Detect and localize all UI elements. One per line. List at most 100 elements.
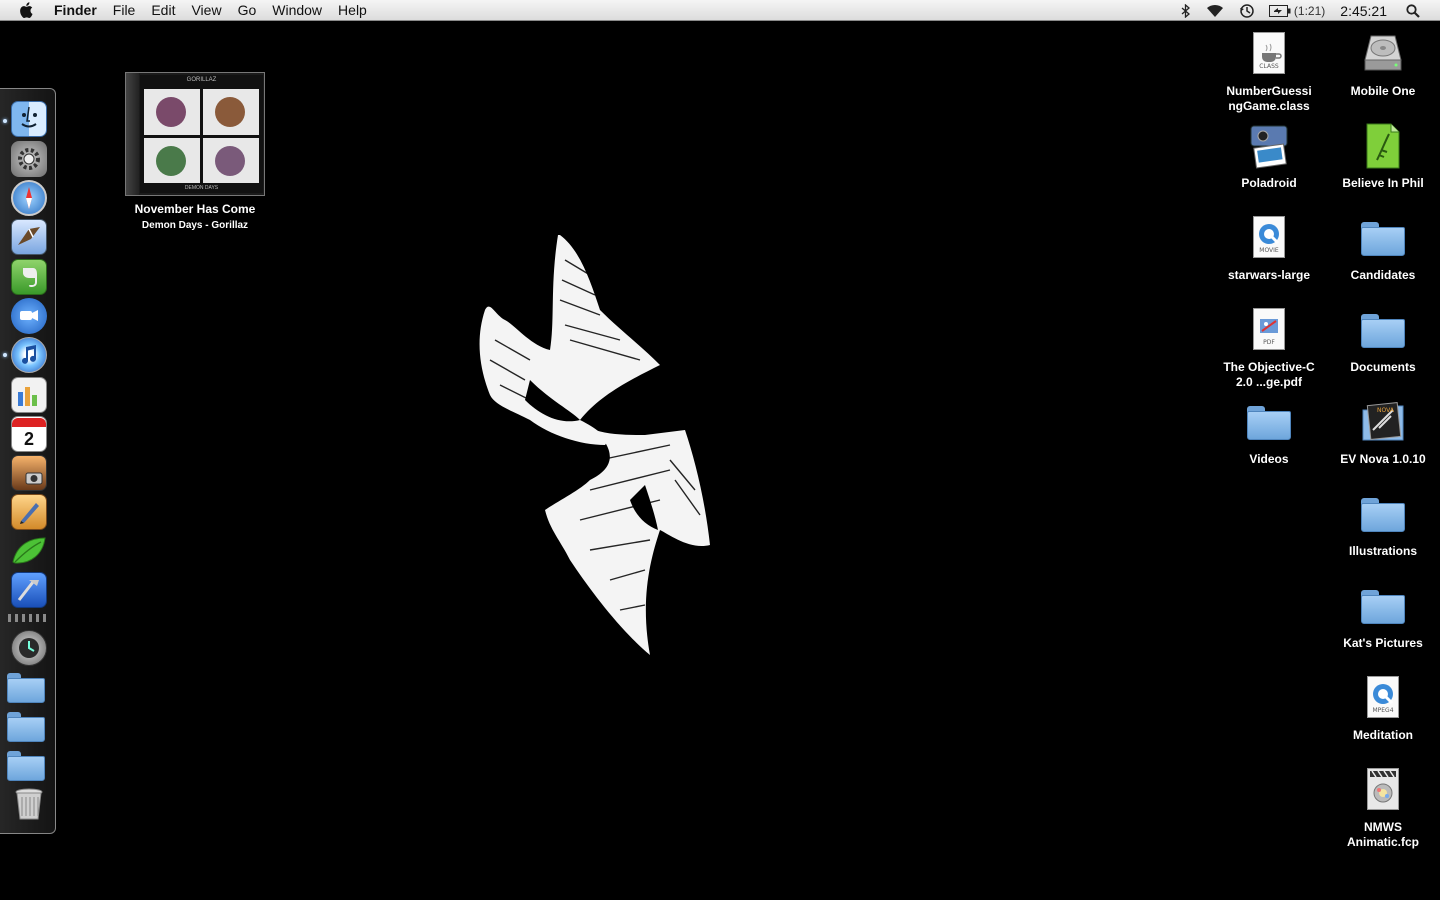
documents-stack-icon[interactable] bbox=[7, 708, 47, 744]
album-title-text: DEMON DAYS bbox=[184, 185, 219, 191]
now-playing-title: November Has Come bbox=[134, 202, 256, 216]
desktop-icon-poladroid[interactable]: Poladroid bbox=[1214, 122, 1324, 191]
folder-icon bbox=[1359, 582, 1407, 630]
poladroid-app-icon bbox=[1245, 122, 1293, 170]
desktop-icon-label: NumberGuessi ngGame.class bbox=[1226, 84, 1312, 113]
menu-go[interactable]: Go bbox=[230, 0, 265, 21]
desktop-icon-illustrations[interactable]: Illustrations bbox=[1328, 490, 1438, 559]
xcode-icon[interactable] bbox=[11, 572, 47, 608]
safari-icon[interactable] bbox=[11, 180, 47, 216]
battery-time: (1:21) bbox=[1293, 3, 1326, 18]
mail-icon[interactable] bbox=[11, 219, 47, 255]
desktop-icon-label: Candidates bbox=[1350, 268, 1416, 282]
album-portrait bbox=[144, 137, 200, 183]
desktop-icon-label: Illustrations bbox=[1348, 544, 1417, 558]
jewel-case-spine bbox=[126, 73, 139, 195]
album-portrait bbox=[203, 89, 259, 135]
wallpaper-mask-artwork bbox=[479, 235, 710, 655]
desktop-icon-starwars-large[interactable]: MOVIE starwars-large bbox=[1214, 214, 1324, 283]
trash-icon[interactable] bbox=[11, 786, 47, 822]
dock-separator[interactable] bbox=[8, 614, 50, 622]
menu-help[interactable]: Help bbox=[330, 0, 375, 21]
time-machine-dock-icon[interactable] bbox=[11, 630, 47, 666]
dock: 2 bbox=[0, 88, 56, 834]
numbers-icon[interactable] bbox=[11, 377, 47, 413]
pages-icon[interactable] bbox=[11, 494, 47, 530]
final-cut-project-file-icon bbox=[1359, 766, 1407, 814]
desktop-icon-label: Mobile One bbox=[1350, 84, 1416, 98]
desktop-icon-videos[interactable]: Videos bbox=[1214, 398, 1324, 467]
applications-stack-icon[interactable] bbox=[7, 669, 47, 705]
status-menus: (1:21) 2:45:21 bbox=[1174, 0, 1440, 21]
finder-icon[interactable] bbox=[11, 101, 47, 137]
menu-bar: Finder File Edit View Go Window Help (1:… bbox=[0, 0, 1440, 21]
green-document-icon bbox=[1359, 122, 1407, 170]
ical-header bbox=[12, 417, 46, 427]
itunes-icon[interactable] bbox=[11, 337, 47, 373]
menu-file[interactable]: File bbox=[105, 0, 144, 21]
desktop-icon-label: Videos bbox=[1249, 452, 1289, 466]
document-page: PDF bbox=[1253, 308, 1285, 350]
ichat-icon[interactable] bbox=[11, 298, 47, 334]
system-preferences-icon[interactable] bbox=[11, 141, 47, 177]
folder-icon bbox=[1359, 306, 1407, 354]
desktop-icon-numberguessinggame-class[interactable]: CLASS NumberGuessi ngGame.class bbox=[1214, 30, 1324, 114]
coda-leaf-icon[interactable] bbox=[11, 533, 47, 569]
wifi-icon[interactable] bbox=[1205, 4, 1225, 18]
file-type-tag: MPEG4 bbox=[1372, 707, 1394, 714]
folder-icon bbox=[1245, 398, 1293, 446]
album-portrait bbox=[144, 89, 200, 135]
document-page: MOVIE bbox=[1253, 216, 1285, 258]
menu-window[interactable]: Window bbox=[264, 0, 330, 21]
pdf-file-icon: PDF bbox=[1245, 306, 1293, 354]
album-portrait-grid bbox=[144, 89, 259, 183]
iphoto-icon[interactable] bbox=[11, 455, 47, 491]
svg-text:NOVA: NOVA bbox=[1377, 407, 1395, 414]
desktop-icon-documents[interactable]: Documents bbox=[1328, 306, 1438, 375]
desktop-icon-mobile-one[interactable]: Mobile One bbox=[1328, 30, 1438, 99]
desktop-icon-nmws-animatic[interactable]: NMWS Animatic.fcp bbox=[1328, 766, 1438, 850]
album-cover: GORILLAZ DEMON DAYS bbox=[140, 75, 263, 193]
desktop-icon-label: EV Nova 1.0.10 bbox=[1340, 452, 1426, 466]
desktop-icon-label: The Objective-C 2.0 ...ge.pdf bbox=[1223, 360, 1315, 389]
time-machine-icon[interactable] bbox=[1239, 3, 1255, 19]
ical-icon[interactable]: 2 bbox=[11, 416, 47, 452]
menu-app-finder[interactable]: Finder bbox=[46, 0, 105, 21]
mpeg4-movie-file-icon: MPEG4 bbox=[1359, 674, 1407, 722]
document-page: CLASS bbox=[1253, 32, 1285, 74]
java-class-file-icon: CLASS bbox=[1245, 30, 1293, 78]
evernote-icon[interactable] bbox=[11, 259, 47, 295]
desktop-icon-kats-pictures[interactable]: Kat's Pictures bbox=[1328, 582, 1438, 651]
menu-edit[interactable]: Edit bbox=[143, 0, 183, 21]
desktop-icon-label: Believe In Phil bbox=[1342, 176, 1424, 190]
desktop-icon-candidates[interactable]: Candidates bbox=[1328, 214, 1438, 283]
spotlight-search-icon[interactable] bbox=[1406, 3, 1420, 18]
desktop-icon-believe-in-phil[interactable]: Believe In Phil bbox=[1328, 122, 1438, 191]
folder-icon bbox=[1359, 214, 1407, 262]
desktop-icon-meditation[interactable]: MPEG4 Meditation bbox=[1328, 674, 1438, 743]
desktop-icon-label: Meditation bbox=[1353, 728, 1413, 742]
downloads-stack-icon[interactable] bbox=[7, 747, 47, 783]
album-artwork[interactable]: GORILLAZ DEMON DAYS bbox=[125, 72, 265, 196]
battery-icon[interactable]: (1:21) bbox=[1268, 3, 1326, 18]
running-indicator bbox=[3, 119, 7, 123]
apple-menu-icon[interactable] bbox=[18, 1, 36, 19]
bluetooth-icon[interactable] bbox=[1181, 3, 1191, 18]
desktop-icon-objective-c-pdf[interactable]: PDF The Objective-C 2.0 ...ge.pdf bbox=[1214, 306, 1324, 390]
folder-icon bbox=[1359, 490, 1407, 538]
hard-drive-icon bbox=[1359, 30, 1407, 78]
file-type-tag: CLASS bbox=[1259, 63, 1279, 70]
menu-clock[interactable]: 2:45:21 bbox=[1340, 3, 1387, 19]
desktop-icon-label: Poladroid bbox=[1241, 176, 1297, 190]
ev-nova-app-folder-icon: NOVA bbox=[1359, 398, 1407, 446]
album-portrait bbox=[203, 137, 259, 183]
quicktime-movie-file-icon: MOVIE bbox=[1245, 214, 1293, 262]
menu-view[interactable]: View bbox=[183, 0, 229, 21]
desktop-icon-label: Documents bbox=[1350, 360, 1416, 374]
running-indicator bbox=[3, 353, 7, 357]
desktop-icon-label: starwars-large bbox=[1227, 268, 1311, 282]
desktop-icon-ev-nova[interactable]: NOVA EV Nova 1.0.10 bbox=[1328, 398, 1438, 467]
document-page: MPEG4 bbox=[1367, 676, 1399, 718]
desktop-icon-label: NMWS Animatic.fcp bbox=[1346, 820, 1419, 849]
ical-date: 2 bbox=[23, 428, 34, 449]
